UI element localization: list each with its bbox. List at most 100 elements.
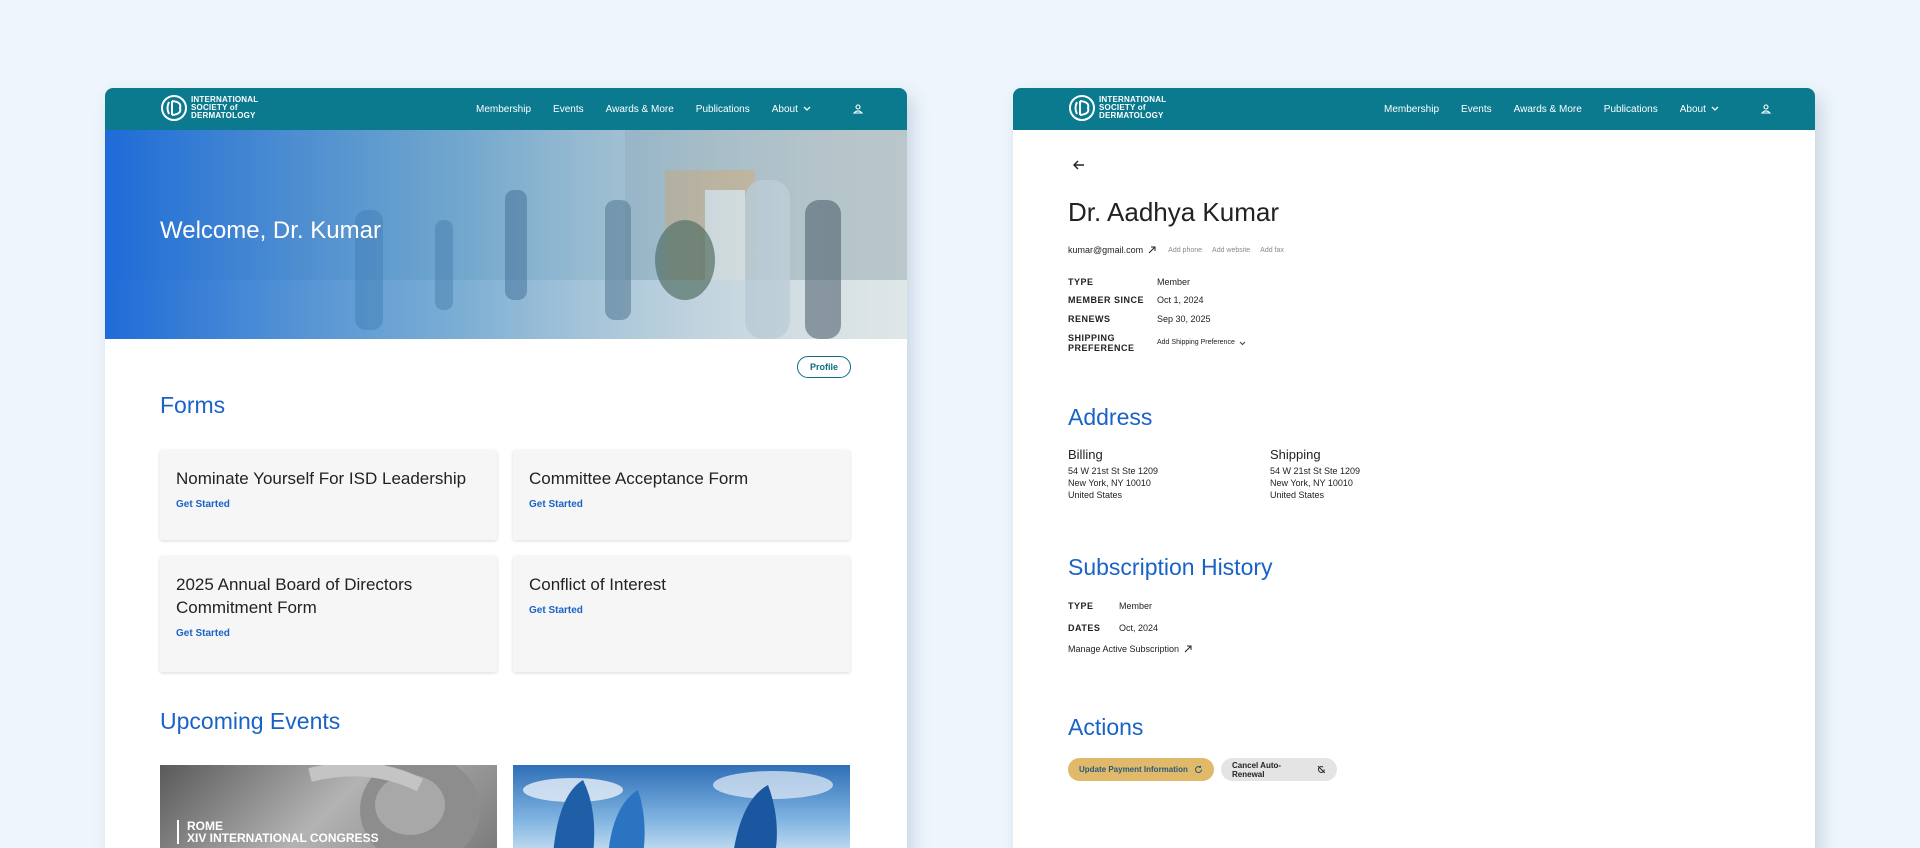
- nav-awards[interactable]: Awards & More: [606, 104, 674, 115]
- user-icon: [852, 104, 863, 114]
- form-card: 2025 Annual Board of Directors Commitmen…: [160, 556, 497, 672]
- nav-links: Membership Events Awards & More Publicat…: [1384, 88, 1771, 130]
- logo-text: INTERNATIONAL SOCIETY of DERMATOLOGY: [191, 96, 263, 120]
- member-since-label: MEMBER SINCE: [1068, 295, 1145, 305]
- shipping-preference-label: SHIPPING PREFERENCE: [1068, 333, 1157, 353]
- chevron-down-icon: [1711, 106, 1719, 111]
- event-caption-title: XIV INTERNATIONAL CONGRESS: [187, 831, 379, 845]
- update-payment-label: Update Payment Information: [1079, 765, 1188, 774]
- renews-row: RENEWS Sep 30, 2025: [1068, 314, 1211, 324]
- top-navbar: INTERNATIONAL SOCIETY of DERMATOLOGY Mem…: [1013, 88, 1815, 130]
- get-started-link[interactable]: Get Started: [176, 499, 230, 510]
- billing-line3: United States: [1068, 490, 1123, 500]
- nav-membership[interactable]: Membership: [476, 104, 531, 115]
- subscription-dates-row: DATES Oct, 2024: [1068, 623, 1158, 633]
- nav-membership[interactable]: Membership: [1384, 104, 1439, 115]
- member-type-label: TYPE: [1068, 277, 1094, 287]
- profile-panel: INTERNATIONAL SOCIETY of DERMATOLOGY Mem…: [1013, 88, 1815, 848]
- flame-towers-image: [523, 771, 833, 848]
- external-link-icon: [1184, 645, 1192, 653]
- form-card-title: Nominate Yourself For ISD Leadership: [176, 469, 467, 488]
- event-caption: ROME XIV INTERNATIONAL CONGRESS: [177, 820, 379, 844]
- user-account-button[interactable]: [1760, 104, 1771, 114]
- manage-subscription-label: Manage Active Subscription: [1068, 644, 1180, 654]
- subscription-type-label: TYPE: [1068, 601, 1094, 611]
- shipping-preference-value: Add Shipping Preference: [1157, 339, 1235, 346]
- nav-about[interactable]: About: [1680, 104, 1719, 115]
- nav-events[interactable]: Events: [1461, 104, 1492, 115]
- update-payment-button[interactable]: Update Payment Information: [1068, 758, 1214, 781]
- isd-logo[interactable]: INTERNATIONAL SOCIETY of DERMATOLOGY: [1068, 94, 1171, 122]
- forms-heading: Forms: [160, 392, 226, 418]
- add-fax-link[interactable]: Add fax: [1260, 247, 1284, 254]
- cancel-auto-renewal-label: Cancel Auto-Renewal: [1232, 760, 1282, 779]
- billing-address: Billing 54 W 21st St Ste 1209 New York, …: [1068, 447, 1158, 501]
- user-icon: [1760, 104, 1771, 114]
- shipping-preference-dropdown[interactable]: Add Shipping Preference: [1157, 333, 1246, 353]
- form-card-title: Conflict of Interest: [529, 575, 667, 594]
- nav-links: Membership Events Awards & More Publicat…: [476, 88, 863, 130]
- form-card: Committee Acceptance Form Get Started: [513, 450, 850, 540]
- subscription-dates-label: DATES: [1068, 623, 1101, 633]
- logo-text: INTERNATIONAL SOCIETY of DERMATOLOGY: [1099, 96, 1171, 120]
- billing-line2: New York, NY 10010: [1068, 478, 1151, 488]
- welcome-heading: Welcome, Dr. Kumar: [160, 217, 381, 244]
- form-card-title: Committee Acceptance Form: [529, 469, 749, 488]
- dashboard-panel: INTERNATIONAL SOCIETY of DERMATOLOGY Mem…: [105, 88, 907, 848]
- nav-events[interactable]: Events: [553, 104, 584, 115]
- refresh-icon: [1194, 765, 1202, 773]
- cancel-renew-icon: [1317, 765, 1326, 774]
- external-link-icon: [1148, 246, 1156, 254]
- renews-label: RENEWS: [1068, 314, 1111, 324]
- member-since-row: MEMBER SINCE Oct 1, 2024: [1068, 295, 1204, 305]
- cancel-auto-renewal-button[interactable]: Cancel Auto-Renewal: [1221, 758, 1337, 781]
- shipping-address: Shipping 54 W 21st St Ste 1209 New York,…: [1270, 447, 1360, 501]
- logo-line-3: DERMATOLOGY: [191, 111, 256, 120]
- contact-row: kumar@gmail.com Add phone Add website Ad…: [1068, 245, 1284, 255]
- nav-awards[interactable]: Awards & More: [1514, 104, 1582, 115]
- chevron-down-icon: [803, 106, 811, 111]
- isd-logo[interactable]: INTERNATIONAL SOCIETY of DERMATOLOGY: [160, 94, 263, 122]
- form-card-title: 2025 Annual Board of Directors Commitmen…: [176, 575, 413, 617]
- get-started-link[interactable]: Get Started: [529, 499, 583, 510]
- form-card: Nominate Yourself For ISD Leadership Get…: [160, 450, 497, 540]
- add-website-link[interactable]: Add website: [1212, 247, 1250, 254]
- subscription-type-row: TYPE Member: [1068, 601, 1152, 611]
- address-heading: Address: [1068, 404, 1153, 430]
- event-card-baku[interactable]: [513, 765, 850, 848]
- shipping-line1: 54 W 21st St Ste 1209: [1270, 466, 1361, 476]
- member-name: Dr. Aadhya Kumar: [1068, 197, 1279, 227]
- shipping-label-line2: PREFERENCE: [1068, 343, 1135, 353]
- shipping-line2: New York, NY 10010: [1270, 478, 1353, 488]
- chevron-down-icon: [1239, 341, 1246, 345]
- subscription-type-value: Member: [1119, 601, 1153, 611]
- get-started-link[interactable]: Get Started: [529, 605, 583, 616]
- shipping-label-line1: SHIPPING: [1068, 333, 1116, 343]
- add-phone-link[interactable]: Add phone: [1168, 247, 1202, 254]
- nav-about[interactable]: About: [772, 104, 811, 115]
- member-type-value: Member: [1157, 277, 1191, 287]
- isd-logo-icon: [161, 95, 187, 121]
- get-started-link[interactable]: Get Started: [176, 628, 230, 639]
- nav-about-label: About: [771, 103, 798, 115]
- billing-heading: Billing: [1068, 447, 1103, 462]
- manage-subscription-link[interactable]: Manage Active Subscription: [1068, 644, 1192, 654]
- billing-line1: 54 W 21st St Ste 1209: [1068, 466, 1159, 476]
- logo-line-3: DERMATOLOGY: [1099, 111, 1164, 120]
- isd-logo-icon: [1069, 95, 1095, 121]
- shipping-preference-row: SHIPPING PREFERENCE Add Shipping Prefere…: [1068, 333, 1246, 353]
- email-text: kumar@gmail.com: [1068, 245, 1144, 255]
- email-link[interactable]: kumar@gmail.com: [1068, 245, 1156, 255]
- user-account-button[interactable]: [852, 104, 863, 114]
- nav-publications[interactable]: Publications: [1604, 104, 1658, 115]
- back-arrow-icon[interactable]: [1071, 157, 1087, 173]
- member-since-value: Oct 1, 2024: [1157, 295, 1204, 305]
- hero-banner: Welcome, Dr. Kumar: [105, 130, 907, 339]
- renews-value: Sep 30, 2025: [1157, 314, 1211, 324]
- upcoming-events-heading: Upcoming Events: [160, 708, 341, 734]
- event-card-rome[interactable]: ROME XIV INTERNATIONAL CONGRESS: [160, 765, 497, 848]
- member-type-row: TYPE Member: [1068, 277, 1190, 287]
- profile-button[interactable]: Profile: [797, 356, 851, 378]
- nav-publications[interactable]: Publications: [696, 104, 750, 115]
- subscription-dates-value: Oct, 2024: [1119, 623, 1159, 633]
